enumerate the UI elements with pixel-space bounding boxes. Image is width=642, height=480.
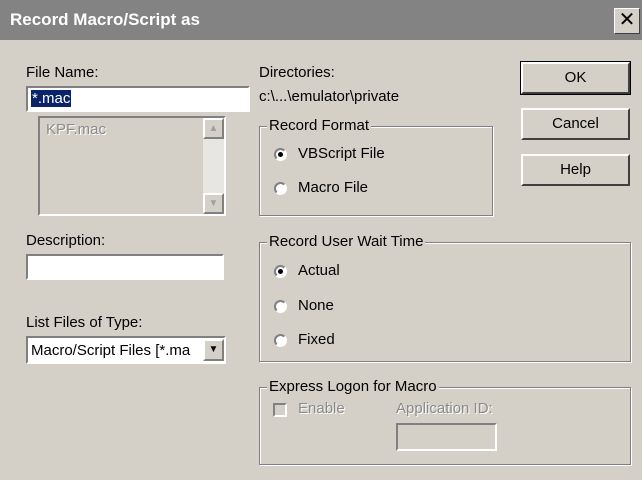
file-type-value: Macro/Script Files [*.ma: [31, 342, 191, 359]
file-list[interactable]: KPF.mac ▲ ▼: [38, 116, 226, 216]
record-format-group: [259, 126, 493, 216]
file-name-input[interactable]: *.mac: [26, 86, 250, 112]
application-id-label: Application ID:: [396, 400, 493, 417]
description-input[interactable]: [26, 254, 224, 280]
fixed-radio[interactable]: [274, 334, 287, 347]
express-logon-legend: Express Logon for Macro: [267, 378, 439, 395]
help-button-label: Help: [560, 161, 591, 178]
cancel-button-label: Cancel: [552, 115, 599, 132]
file-name-label: File Name:: [26, 64, 99, 81]
arrow-down-icon: ▼: [208, 198, 219, 209]
macro-file-label[interactable]: Macro File: [298, 179, 368, 196]
arrow-up-icon: ▲: [208, 123, 219, 134]
none-radio[interactable]: [274, 300, 287, 313]
ok-button[interactable]: OK: [520, 61, 631, 95]
record-macro-dialog: Record Macro/Script as ✕ File Name: *.ma…: [0, 0, 642, 480]
file-name-value: *.mac: [31, 90, 72, 107]
list-files-label: List Files of Type:: [26, 314, 143, 331]
close-icon: ✕: [618, 9, 636, 31]
window-title: Record Macro/Script as: [10, 10, 200, 29]
directories-path: c:\...\emulator\private: [259, 88, 400, 105]
file-list-item[interactable]: KPF.mac: [46, 121, 106, 138]
vbscript-label[interactable]: VBScript File: [298, 145, 385, 162]
title-bar: Record Macro/Script as ✕: [0, 0, 642, 40]
description-label: Description:: [26, 232, 106, 249]
none-label[interactable]: None: [298, 297, 334, 314]
wait-time-legend: Record User Wait Time: [267, 233, 426, 250]
radio-checked-dot: [278, 269, 283, 274]
close-button[interactable]: ✕: [614, 8, 640, 34]
application-id-input[interactable]: [396, 423, 497, 451]
cancel-button[interactable]: Cancel: [521, 108, 630, 140]
scroll-down-button[interactable]: ▼: [203, 193, 224, 214]
ok-button-label: OK: [564, 69, 587, 86]
actual-label[interactable]: Actual: [298, 262, 340, 279]
enable-label: Enable: [298, 400, 345, 417]
directories-label: Directories:: [259, 64, 335, 81]
actual-radio[interactable]: [274, 265, 287, 278]
help-button[interactable]: Help: [521, 154, 630, 186]
macro-file-radio[interactable]: [274, 182, 287, 195]
file-list-scrollbar[interactable]: ▲ ▼: [203, 118, 224, 214]
file-type-dropdown-button[interactable]: ▼: [203, 339, 224, 361]
fixed-label[interactable]: Fixed: [298, 331, 335, 348]
file-type-select[interactable]: Macro/Script Files [*.ma ▼: [26, 336, 226, 364]
vbscript-radio[interactable]: [274, 148, 287, 161]
radio-checked-dot: [278, 152, 283, 157]
record-format-legend: Record Format: [267, 117, 372, 134]
dropdown-arrow-icon: ▼: [208, 344, 219, 355]
enable-checkbox[interactable]: [273, 403, 287, 417]
scroll-up-button[interactable]: ▲: [203, 118, 224, 139]
